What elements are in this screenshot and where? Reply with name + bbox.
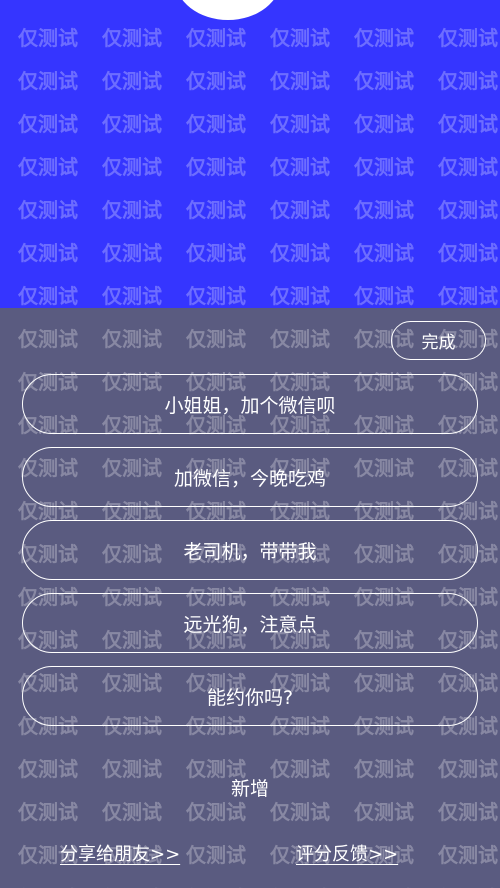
phrase-item-2[interactable]: 加微信，今晚吃鸡 (22, 447, 478, 507)
phrase-item-5[interactable]: 能约你吗? (22, 666, 478, 726)
content-layer: 完成 小姐姐，加个微信呗 加微信，今晚吃鸡 老司机，带带我 远光狗，注意点 能约… (0, 0, 500, 888)
share-link[interactable]: 分享给朋友>> (60, 840, 180, 866)
phrase-item-1[interactable]: 小姐姐，加个微信呗 (22, 374, 478, 434)
done-button[interactable]: 完成 (391, 321, 486, 360)
phrase-item-4[interactable]: 远光狗，注意点 (22, 593, 478, 653)
add-new-button[interactable]: 新增 (0, 774, 500, 801)
phrase-list: 小姐姐，加个微信呗 加微信，今晚吃鸡 老司机，带带我 远光狗，注意点 能约你吗? (22, 374, 478, 739)
feedback-link[interactable]: 评分反馈>> (296, 840, 398, 866)
phrase-item-3[interactable]: 老司机，带带我 (22, 520, 478, 580)
app-screen: 仅测试 仅测试 仅测试 仅测试 仅测试 仅测试 仅测试 仅测试 仅测试 仅测试 仅测试 仅测试 仅测试仅… (0, 0, 500, 888)
